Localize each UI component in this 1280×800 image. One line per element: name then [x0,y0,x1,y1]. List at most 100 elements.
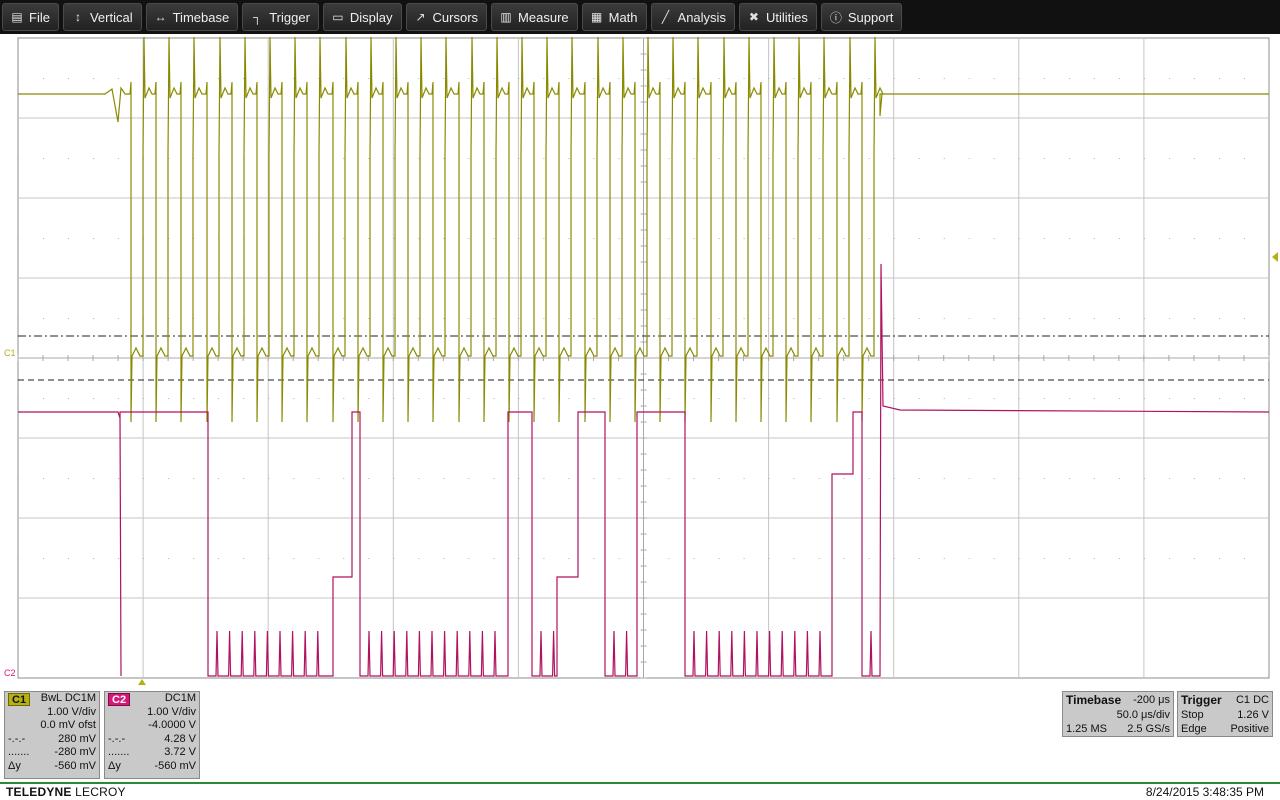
grid-dot [243,558,245,559]
grid-dot [493,558,495,559]
menu-display-button[interactable]: ▭ Display [322,3,402,31]
grid-dot [993,558,995,559]
grid-dot [418,558,420,559]
grid-dot [918,398,920,399]
grid-dot [468,78,470,79]
menu-label: Display [349,9,393,25]
timebase-per-div: 50.0 μs/div [1116,709,1170,721]
grid-dot [918,478,920,479]
grid-dot [843,558,845,559]
grid-dot [968,398,970,399]
grid-dot [268,478,270,479]
grid-dot [843,78,845,79]
menu-utilities-button[interactable]: ✖ Utilities [738,3,817,31]
grid-dot [368,158,370,159]
grid-dot [1068,318,1070,319]
grid-dot [893,318,895,319]
grid-dot [693,158,695,159]
menu-support-button[interactable]: ⓘ Support [820,3,903,31]
grid-dot [1118,238,1120,239]
grid-dot [368,558,370,559]
menu-measure-button[interactable]: ▥ Measure [491,3,578,31]
menu-file-button[interactable]: ▤ File [2,3,59,31]
menu-timebase-button[interactable]: ↔ Timebase [145,3,239,31]
grid-dot [1243,318,1245,319]
grid-dot [1118,158,1120,159]
grid-dot [668,78,670,79]
grid-dot [343,558,345,559]
grid-dot [718,558,720,559]
grid-dot [243,78,245,79]
grid-dot [118,78,120,79]
grid-dot [893,158,895,159]
grid-dot [143,478,145,479]
grid-dot [118,318,120,319]
grid-dot [393,158,395,159]
menu-label: Vertical [89,9,133,25]
grid-dot [68,158,70,159]
trigger-label: Trigger [1181,693,1222,707]
channel2-descriptor[interactable]: C2 DC1M 1.00 V/div -4.0000 V -.-.- 4.28 … [104,691,200,779]
grid-dot [218,558,220,559]
grid-dot [1018,158,1020,159]
grid-dot [93,318,95,319]
grid-dot [968,478,970,479]
grid-dot [868,158,870,159]
grid-dot [718,238,720,239]
grid-dot [893,558,895,559]
grid-dot [843,398,845,399]
waveform-display[interactable]: C1 C2 [0,34,1280,686]
grid-dot [418,158,420,159]
grid-dot [518,478,520,479]
grid-dot [1168,478,1170,479]
grid-dot [493,318,495,319]
grid-dot [918,238,920,239]
grid-dot [768,238,770,239]
menu-analysis-button[interactable]: ╱ Analysis [650,3,735,31]
grid-dot [943,398,945,399]
menu-label: Math [608,9,638,25]
grid-dot [1243,558,1245,559]
menu-cursors-button[interactable]: ↗ Cursors [405,3,488,31]
grid-dot [618,478,620,479]
grid-dot [868,318,870,319]
grid-dot [743,558,745,559]
channel2-delta-y: -560 mV [154,759,196,772]
trigger-level: 1.26 V [1237,709,1269,721]
grid-dot [918,558,920,559]
grid-dot [93,558,95,559]
grid-dot [618,398,620,399]
grid-dot [1068,398,1070,399]
grid-dot [18,558,19,559]
menu-math-button[interactable]: ▦ Math [581,3,647,31]
measure-icon: ▥ [500,10,512,24]
grid-dot [18,318,19,319]
grid-dot [118,238,120,239]
grid-dot [668,398,670,399]
grid-dot [968,78,970,79]
timebase-descriptor[interactable]: Timebase -200 μs 50.0 μs/div 1.25 MS 2.5… [1062,691,1174,737]
menu-label: Timebase [172,9,230,25]
channel1-descriptor[interactable]: C1 BwL DC1M 1.00 V/div 0.0 mV ofst -.-.-… [4,691,100,779]
grid-dot [18,78,19,79]
grid-dot [1068,238,1070,239]
grid-dot [793,318,795,319]
trigger-descriptor[interactable]: Trigger C1 DC Stop 1.26 V Edge Positive [1177,691,1273,737]
grid-dot [68,558,70,559]
grid-dot [568,78,570,79]
grid-dot [1218,398,1220,399]
grid-dot [1043,318,1045,319]
grid-dot [443,558,445,559]
grid-dot [443,318,445,319]
grid-dot [543,158,545,159]
grid-dot [843,238,845,239]
menu-vertical-button[interactable]: ↕ Vertical [62,3,142,31]
grid-dot [418,78,420,79]
grid-dot [593,78,595,79]
grid-dot [618,558,620,559]
menu-trigger-button[interactable]: ┐ Trigger [242,3,319,31]
grid-dot [718,398,720,399]
channel1-volts-div: 1.00 V/div [47,705,96,718]
grid-dot [818,238,820,239]
grid-dot [993,318,995,319]
